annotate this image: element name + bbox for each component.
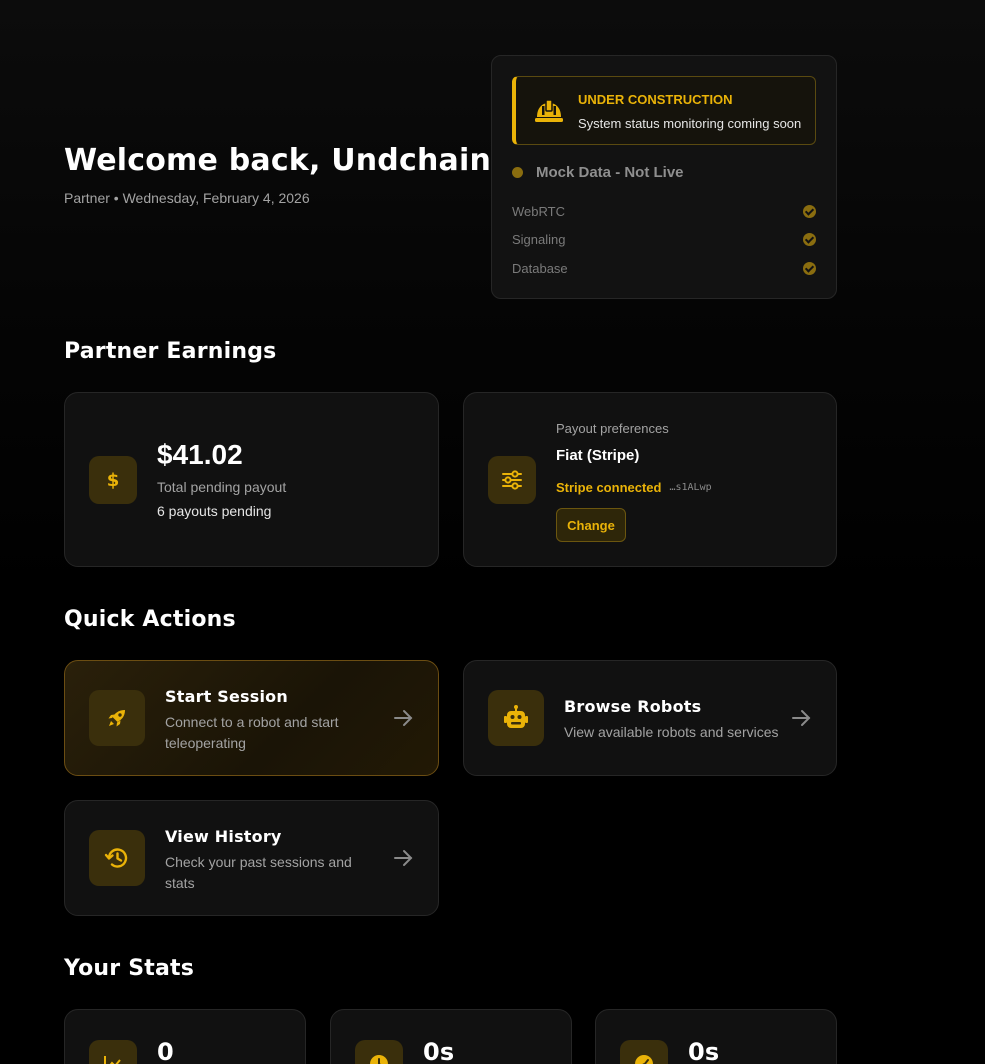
arrow-right-icon [394,710,413,726]
stat-card-time: 0s [330,1009,572,1064]
check-circle-icon [803,233,816,246]
clock-icon [370,1055,388,1064]
construction-title: UNDER CONSTRUCTION [578,92,733,107]
action-title: Start Session [165,687,288,706]
page-title: Welcome back, Undchain! [64,143,505,178]
stripe-connected-label: Stripe connected [556,480,662,495]
service-name: WebRTC [512,204,565,219]
payout-label: Total pending payout [157,479,287,495]
under-construction-banner: UNDER CONSTRUCTION System status monitor… [512,76,816,145]
hard-hat-icon [535,99,563,122]
construction-text: System status monitoring coming soon [578,116,802,131]
arrow-right-icon [394,850,413,866]
action-title: Browse Robots [564,697,702,716]
clock-icon-tile [355,1040,403,1064]
service-row-signaling: Signaling [512,232,816,247]
stat-card-latency: 0s [595,1009,837,1064]
system-status-panel: UNDER CONSTRUCTION System status monitor… [491,55,837,299]
payouts-pending: 6 payouts pending [157,503,272,519]
browse-robots-card[interactable]: Browse Robots View available robots and … [463,660,837,776]
payout-amount: $41.02 [157,439,243,470]
rocket-icon [108,710,125,727]
change-payout-button[interactable]: Change [556,508,626,542]
welcome-section: Welcome back, Undchain! Partner • Wednes… [64,142,505,206]
gauge-icon-tile [620,1040,668,1064]
stat-value: 0 [157,1038,174,1064]
stat-value: 0s [688,1038,720,1064]
mock-data-indicator: Mock Data - Not Live [512,164,684,181]
gauge-icon [635,1055,653,1064]
svg-text:$: $ [107,470,120,491]
robot-icon [504,705,528,728]
payout-preferences-card: Payout preferences Fiat (Stripe) Stripe … [463,392,837,567]
stripe-account-id: …s1ALwp [669,482,712,493]
service-row-database: Database [512,261,816,276]
quick-actions-section-title: Quick Actions [64,607,236,632]
payout-method: Fiat (Stripe) [556,447,640,464]
stats-section-title: Your Stats [64,956,195,981]
chart-icon [104,1056,121,1064]
rocket-icon-tile [89,690,145,746]
mock-data-label: Mock Data - Not Live [536,164,684,181]
dollar-icon-tile: $ [89,456,137,504]
page-subtitle: Partner • Wednesday, February 4, 2026 [64,190,310,206]
action-description: Check your past sessions and stats [165,854,352,891]
earnings-section-title: Partner Earnings [64,339,277,364]
action-title: View History [165,827,282,846]
payout-preferences-label: Payout preferences [556,421,669,436]
check-circle-icon [803,205,816,218]
start-session-card[interactable]: Start Session Connect to a robot and sta… [64,660,439,776]
status-dot [512,167,523,178]
history-icon-tile [89,830,145,886]
action-description: View available robots and services [564,724,779,740]
arrow-right-icon [792,710,811,726]
sliders-icon-tile [488,456,536,504]
stripe-status: Stripe connected …s1ALwp [556,480,712,495]
sliders-icon [502,470,522,490]
service-name: Database [512,261,568,276]
chart-icon-tile [89,1040,137,1064]
check-circle-icon [803,262,816,275]
pending-payout-card: $ $41.02 Total pending payout 6 payouts … [64,392,439,567]
robot-icon-tile [488,690,544,746]
view-history-card[interactable]: View History Check your past sessions an… [64,800,439,916]
dollar-icon: $ [107,470,120,491]
action-description: Connect to a robot and start teleoperati… [165,714,339,751]
stat-value: 0s [423,1038,455,1064]
service-name: Signaling [512,232,566,247]
service-row-webrtc: WebRTC [512,204,816,219]
history-icon [104,848,128,868]
stat-card-sessions: 0 [64,1009,306,1064]
